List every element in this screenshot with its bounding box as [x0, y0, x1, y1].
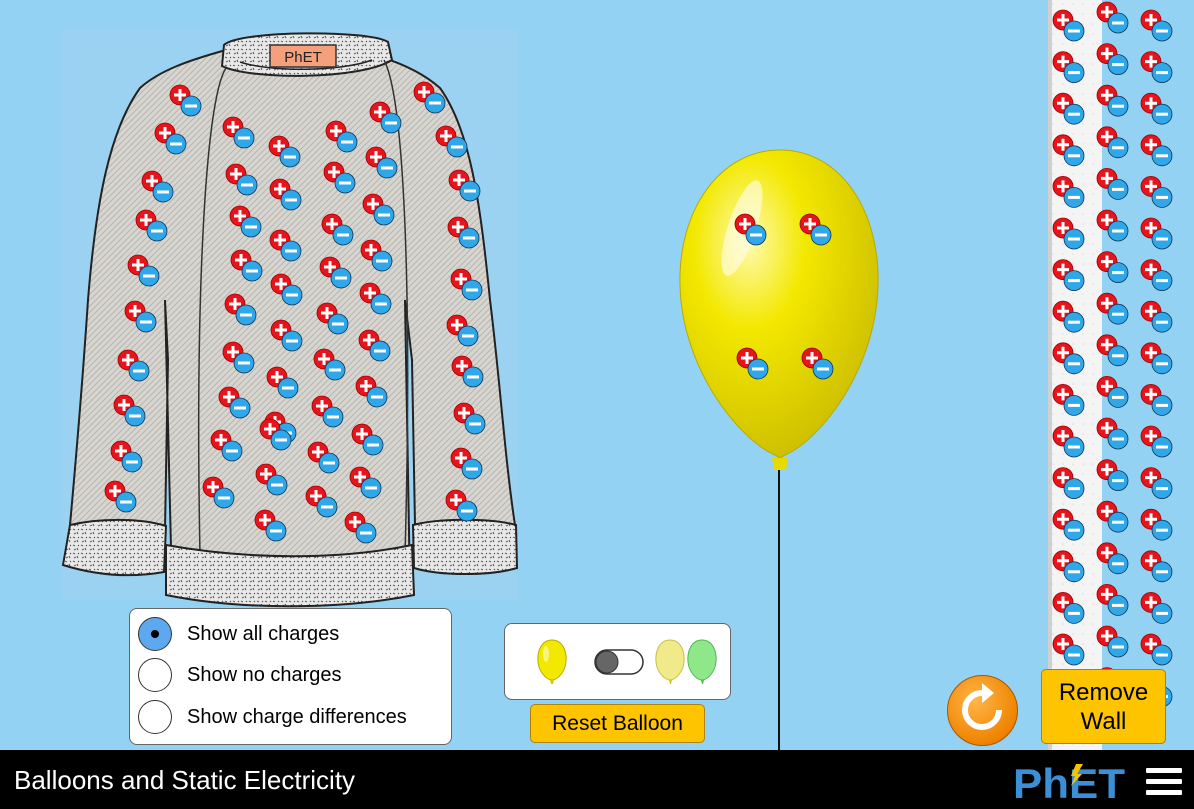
charge-pair	[1140, 633, 1173, 666]
reset-icon	[962, 683, 1002, 730]
charge-pair	[1140, 134, 1173, 167]
yellow-balloon-icon	[537, 639, 567, 684]
charge-display-panel: Show all charges Show no charges Show ch…	[129, 608, 452, 745]
charge-pair	[1140, 342, 1173, 375]
balloon-count-panel	[504, 623, 731, 700]
charge-pair	[1140, 51, 1173, 83]
phet-logo-text: PhET	[1013, 762, 1125, 802]
charge-pair	[1140, 92, 1173, 125]
sweater-tag-text: PhET	[284, 49, 322, 66]
radio-label: Show no charges	[187, 663, 342, 686]
wall-charges	[1052, 1, 1173, 707]
charge-pair	[1140, 425, 1173, 458]
sim-title: Balloons and Static Electricity	[14, 765, 356, 795]
phet-logo[interactable]: PhET	[1013, 762, 1128, 802]
wall-left-edge	[1048, 0, 1052, 750]
charge-pair	[1140, 175, 1173, 208]
reset-balloon-button[interactable]: Reset Balloon	[530, 704, 705, 743]
yellow-balloon[interactable]	[679, 149, 879, 470]
radio-button-selected[interactable]	[138, 617, 172, 651]
remove-wall-button[interactable]: Remove Wall	[1041, 669, 1166, 744]
radio-label: Show all charges	[187, 622, 340, 645]
radio-show-all-charges[interactable]: Show all charges	[138, 617, 339, 651]
radio-label: Show charge differences	[187, 705, 407, 728]
charge-pair	[1140, 300, 1173, 333]
sweater-tag: PhET	[269, 44, 337, 68]
charge-pair	[1140, 592, 1173, 624]
radio-show-charge-differences[interactable]: Show charge differences	[138, 700, 407, 734]
charge-pair	[1140, 217, 1173, 250]
charge-pair	[1140, 259, 1173, 292]
yellow-and-green-balloons-icon	[655, 639, 717, 684]
charge-pair	[1140, 508, 1173, 541]
charge-pair	[1140, 467, 1173, 500]
balloon-toggle-switch[interactable]	[594, 649, 644, 675]
radio-show-no-charges[interactable]: Show no charges	[138, 658, 342, 692]
radio-button[interactable]	[138, 700, 172, 734]
charge-pair	[1140, 9, 1173, 42]
charge-pair	[1140, 550, 1173, 583]
charge-pair	[1140, 383, 1173, 416]
hamburger-menu-icon[interactable]	[1146, 768, 1182, 800]
reset-all-button[interactable]	[947, 675, 1018, 746]
radio-button[interactable]	[138, 658, 172, 692]
